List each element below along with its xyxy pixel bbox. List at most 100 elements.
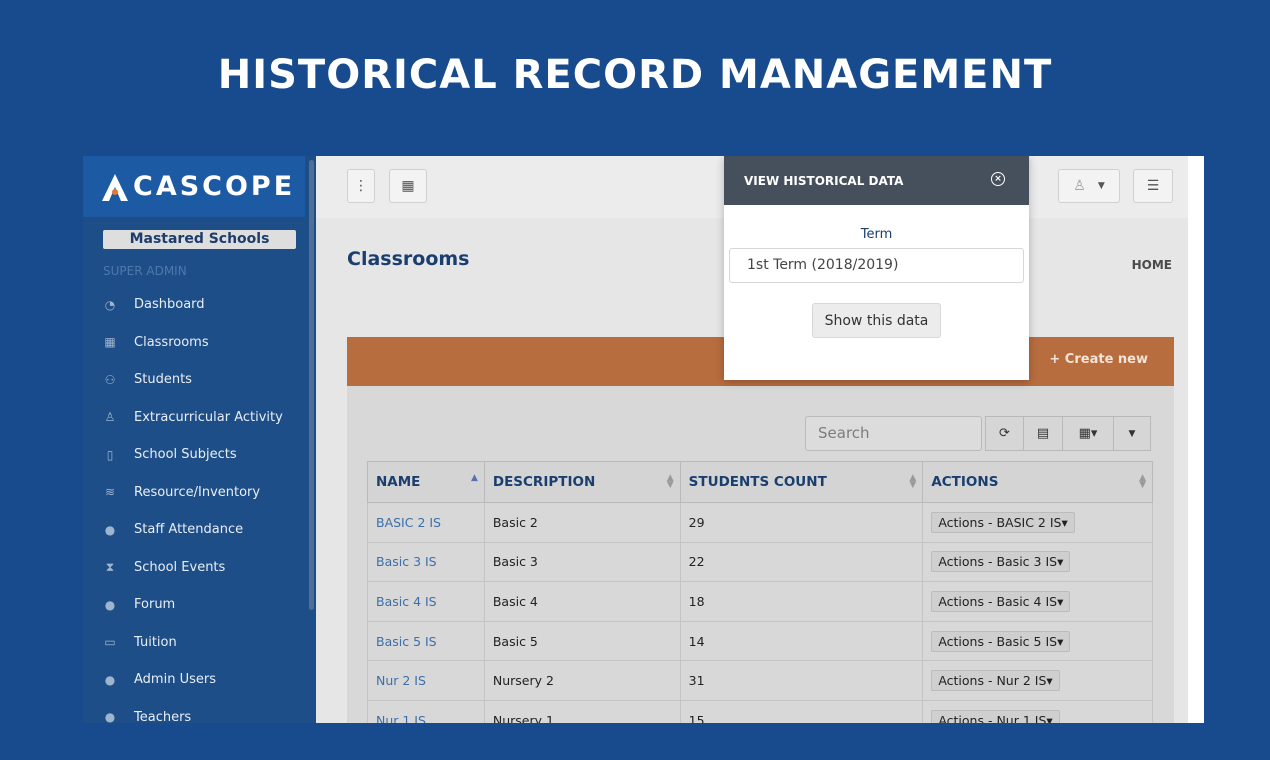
description-cell: Basic 3 <box>483 541 681 583</box>
columns-button[interactable]: ▦▾ <box>1062 416 1114 451</box>
search-input[interactable]: Search <box>805 416 982 451</box>
sidebar-scroll-thumb[interactable] <box>309 160 314 610</box>
classroom-name-link[interactable]: Nur 1 IS <box>376 713 426 723</box>
role-label: SUPER ADMIN <box>103 264 187 278</box>
sidebar-nav: ◔ Dashboard ▦ Classrooms ⚇ Students ♙ Ex… <box>83 286 305 723</box>
more-vertical-button[interactable]: ⋮ <box>347 169 375 203</box>
sidebar-item-students[interactable]: ⚇ Students <box>83 361 305 399</box>
caret-down-icon: ▾ <box>1061 514 1068 530</box>
sort-asc-icon: ▲ <box>470 473 478 483</box>
actions-dropdown-button[interactable]: Actions - Nur 2 IS▾ <box>931 670 1060 692</box>
server-icon: ☰ <box>1146 178 1160 194</box>
actions-label: Actions - Nur 1 IS <box>938 712 1047 723</box>
show-data-button[interactable]: Show this data <box>812 303 941 338</box>
classroom-name-link[interactable]: Basic 5 IS <box>376 634 437 649</box>
sort-icon: ▲ ▼ <box>909 473 917 490</box>
list-view-icon: ▤ <box>1036 426 1050 441</box>
sidebar-item-label: Students <box>134 372 192 388</box>
sidebar-item-inventory[interactable]: ≋ Resource/Inventory <box>83 474 305 512</box>
app-window: CASCOPE Mastared Schools SUPER ADMIN ◔ D… <box>83 156 1204 723</box>
actions-label: Actions - Nur 2 IS <box>938 673 1047 689</box>
table-header-row: NAME ▲ DESCRIPTION ▲ ▼ STUDENTS COUNT ▲ ▼ <box>367 461 1153 503</box>
sidebar-item-label: Staff Attendance <box>134 522 244 538</box>
school-name-badge[interactable]: Mastared Schools <box>103 230 296 249</box>
students-count-cell: 15 <box>679 699 924 723</box>
sidebar-item-classrooms[interactable]: ▦ Classrooms <box>83 324 305 362</box>
book-icon: ▯ <box>106 447 114 462</box>
create-new-button[interactable]: + Create new <box>1049 352 1148 367</box>
sidebar-item-forum[interactable]: ● Forum <box>83 586 305 624</box>
students-count-cell: 29 <box>679 502 924 543</box>
logo-mark-icon <box>102 173 128 201</box>
historical-data-modal: VIEW HISTORICAL DATA × Term 1st Term (20… <box>724 156 1029 380</box>
logo[interactable]: CASCOPE <box>83 156 305 217</box>
grid-icon: ▦ <box>104 335 116 350</box>
banner-title: HISTORICAL RECORD MANAGEMENT <box>217 52 1053 98</box>
sidebar-item-extracurricular[interactable]: ♙ Extracurricular Activity <box>83 399 305 437</box>
caret-down-icon: ▾ <box>1057 593 1064 609</box>
sidebar-item-label: Extracurricular Activity <box>134 409 283 425</box>
dashboard-icon: ◔ <box>104 297 116 312</box>
caret-down-icon: ▾ <box>1057 554 1064 570</box>
term-label: Term <box>860 227 893 242</box>
sidebar-item-label: School Subjects <box>134 447 237 463</box>
refresh-button[interactable]: ⟳ <box>985 416 1024 451</box>
main-content: ⋮ ▦ ♙ ▼ ☰ Classrooms HOME + Create new S… <box>316 156 1188 723</box>
breadcrumb-home[interactable]: HOME <box>1132 258 1172 272</box>
description-cell: Nursery 2 <box>483 660 681 701</box>
sidebar-item-admin-users[interactable]: ● Admin Users <box>83 661 305 699</box>
caret-down-icon: ▾ <box>1046 712 1053 723</box>
chat-icon: ● <box>104 597 116 612</box>
column-header-label: DESCRIPTION <box>492 474 596 490</box>
caret-down-icon: ▾ <box>1046 673 1053 689</box>
sidebar-item-teachers[interactable]: ● Teachers <box>83 699 305 723</box>
table-row: Basic 4 IS Basic 4 18 Actions - Basic 4 … <box>367 581 1153 622</box>
more-vertical-icon: ⋮ <box>354 178 368 194</box>
actions-dropdown-button[interactable]: Actions - Basic 4 IS▾ <box>931 590 1071 612</box>
actions-label: Actions - BASIC 2 IS <box>938 514 1062 530</box>
hourglass-icon: ⧗ <box>105 559 115 574</box>
teacher-icon: ● <box>104 710 116 723</box>
user-menu-button[interactable]: ♙ ▼ <box>1058 169 1120 203</box>
description-cell: Basic 4 <box>483 581 681 622</box>
column-header-students-count[interactable]: STUDENTS COUNT ▲ ▼ <box>679 461 924 503</box>
actions-label: Actions - Basic 5 IS <box>938 633 1058 649</box>
sidebar-item-events[interactable]: ⧗ School Events <box>83 549 305 587</box>
sidebar-item-tuition[interactable]: ▭ Tuition <box>83 624 305 662</box>
column-header-description[interactable]: DESCRIPTION ▲ ▼ <box>483 461 681 503</box>
column-header-actions[interactable]: ACTIONS ▲ ▼ <box>922 461 1153 503</box>
classroom-name-link[interactable]: Basic 4 IS <box>376 594 437 609</box>
students-icon: ⚇ <box>104 372 116 387</box>
column-header-name[interactable]: NAME ▲ <box>367 461 485 503</box>
user-icon: ● <box>104 522 116 537</box>
students-count-cell: 18 <box>679 581 924 622</box>
chevron-down-icon: ▼ <box>1097 181 1105 191</box>
term-select[interactable]: 1st Term (2018/2019) <box>729 248 1024 283</box>
sidebar-item-label: Dashboard <box>134 297 205 313</box>
admin-icon: ● <box>104 672 116 687</box>
logo-text: CASCOPE <box>133 171 296 202</box>
actions-dropdown-button[interactable]: Actions - Basic 5 IS▾ <box>931 630 1071 652</box>
close-icon[interactable]: × <box>991 172 1005 186</box>
folder-icon: ▭ <box>104 635 116 650</box>
classroom-name-link[interactable]: BASIC 2 IS <box>376 515 441 530</box>
export-dropdown-button[interactable]: ▼ <box>1113 416 1151 451</box>
sidebar-item-subjects[interactable]: ▯ School Subjects <box>83 436 305 474</box>
table-toolbar: ⟳ ▤ ▦▾ ▼ <box>985 416 1151 451</box>
server-menu-button[interactable]: ☰ <box>1133 169 1173 203</box>
classroom-name-link[interactable]: Nur 2 IS <box>376 673 426 688</box>
sidebar-item-label: Tuition <box>134 634 177 650</box>
sidebar-item-dashboard[interactable]: ◔ Dashboard <box>83 286 305 324</box>
classrooms-table: NAME ▲ DESCRIPTION ▲ ▼ STUDENTS COUNT ▲ ▼ <box>367 461 1153 723</box>
sidebar-item-staff-attendance[interactable]: ● Staff Attendance <box>83 511 305 549</box>
actions-dropdown-button[interactable]: Actions - Basic 3 IS▾ <box>931 551 1071 573</box>
columns-icon: ▦▾ <box>1078 426 1098 441</box>
sort-icon: ▲ ▼ <box>666 473 674 490</box>
classroom-name-link[interactable]: Basic 3 IS <box>376 554 437 569</box>
toggle-view-button[interactable]: ▤ <box>1023 416 1063 451</box>
actions-dropdown-button[interactable]: Actions - Nur 1 IS▾ <box>931 709 1060 723</box>
description-cell: Basic 2 <box>483 502 681 543</box>
apps-grid-button[interactable]: ▦ <box>389 169 427 203</box>
column-header-label: STUDENTS COUNT <box>688 474 827 490</box>
actions-dropdown-button[interactable]: Actions - BASIC 2 IS▾ <box>931 511 1075 533</box>
